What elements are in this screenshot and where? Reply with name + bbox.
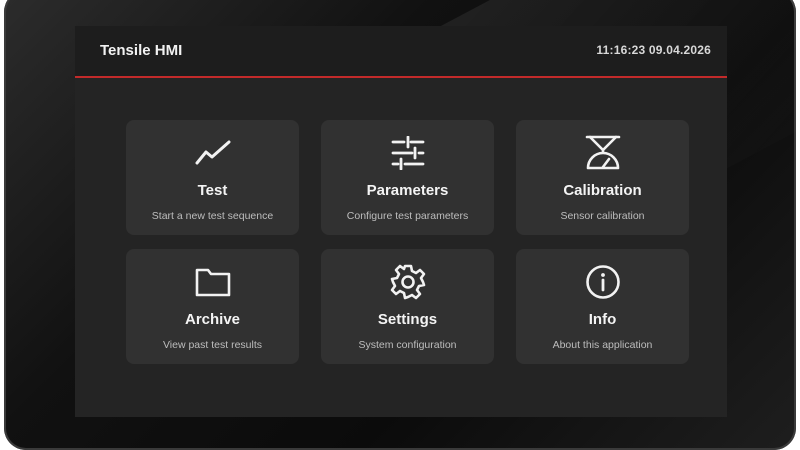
datetime-display: 11:16:23 09.04.2026 — [596, 43, 711, 57]
sliders-icon — [321, 134, 494, 172]
tile-info[interactable]: Info About this application — [516, 249, 689, 364]
tile-parameters[interactable]: Parameters Configure test parameters — [321, 120, 494, 235]
tile-calibration-description: Sensor calibration — [560, 210, 645, 222]
tile-test[interactable]: Test Start a new test sequence — [126, 120, 299, 235]
menu-grid: Test Start a new test sequence Parameter… — [126, 120, 690, 364]
info-icon — [516, 263, 689, 301]
tile-archive[interactable]: Archive View past test results — [126, 249, 299, 364]
app-header: Tensile HMI 11:16:23 09.04.2026 — [75, 26, 727, 78]
tile-test-description: Start a new test sequence — [151, 210, 274, 222]
app-title: Tensile HMI — [100, 42, 183, 59]
tile-test-label: Test — [197, 182, 228, 199]
tile-parameters-label: Parameters — [366, 182, 449, 199]
tile-calibration[interactable]: Calibration Sensor calibration — [516, 120, 689, 235]
scale-gauge-icon — [516, 134, 689, 172]
tile-info-description: About this application — [552, 339, 653, 351]
tile-calibration-label: Calibration — [563, 182, 642, 199]
tile-settings-label: Settings — [377, 311, 438, 328]
hmi-screen: Tensile HMI 11:16:23 09.04.2026 Test Sta… — [75, 26, 727, 417]
folder-icon — [126, 263, 299, 301]
tile-settings-description: System configuration — [358, 339, 457, 351]
tile-archive-label: Archive — [184, 311, 241, 328]
tile-parameters-description: Configure test parameters — [346, 210, 469, 222]
tile-archive-description: View past test results — [162, 339, 263, 351]
tile-settings[interactable]: Settings System configuration — [321, 249, 494, 364]
tile-info-label: Info — [588, 311, 617, 328]
tablet-device-frame: Tensile HMI 11:16:23 09.04.2026 Test Sta… — [4, 0, 796, 450]
gear-icon — [321, 263, 494, 301]
chart-line-icon — [126, 134, 299, 172]
